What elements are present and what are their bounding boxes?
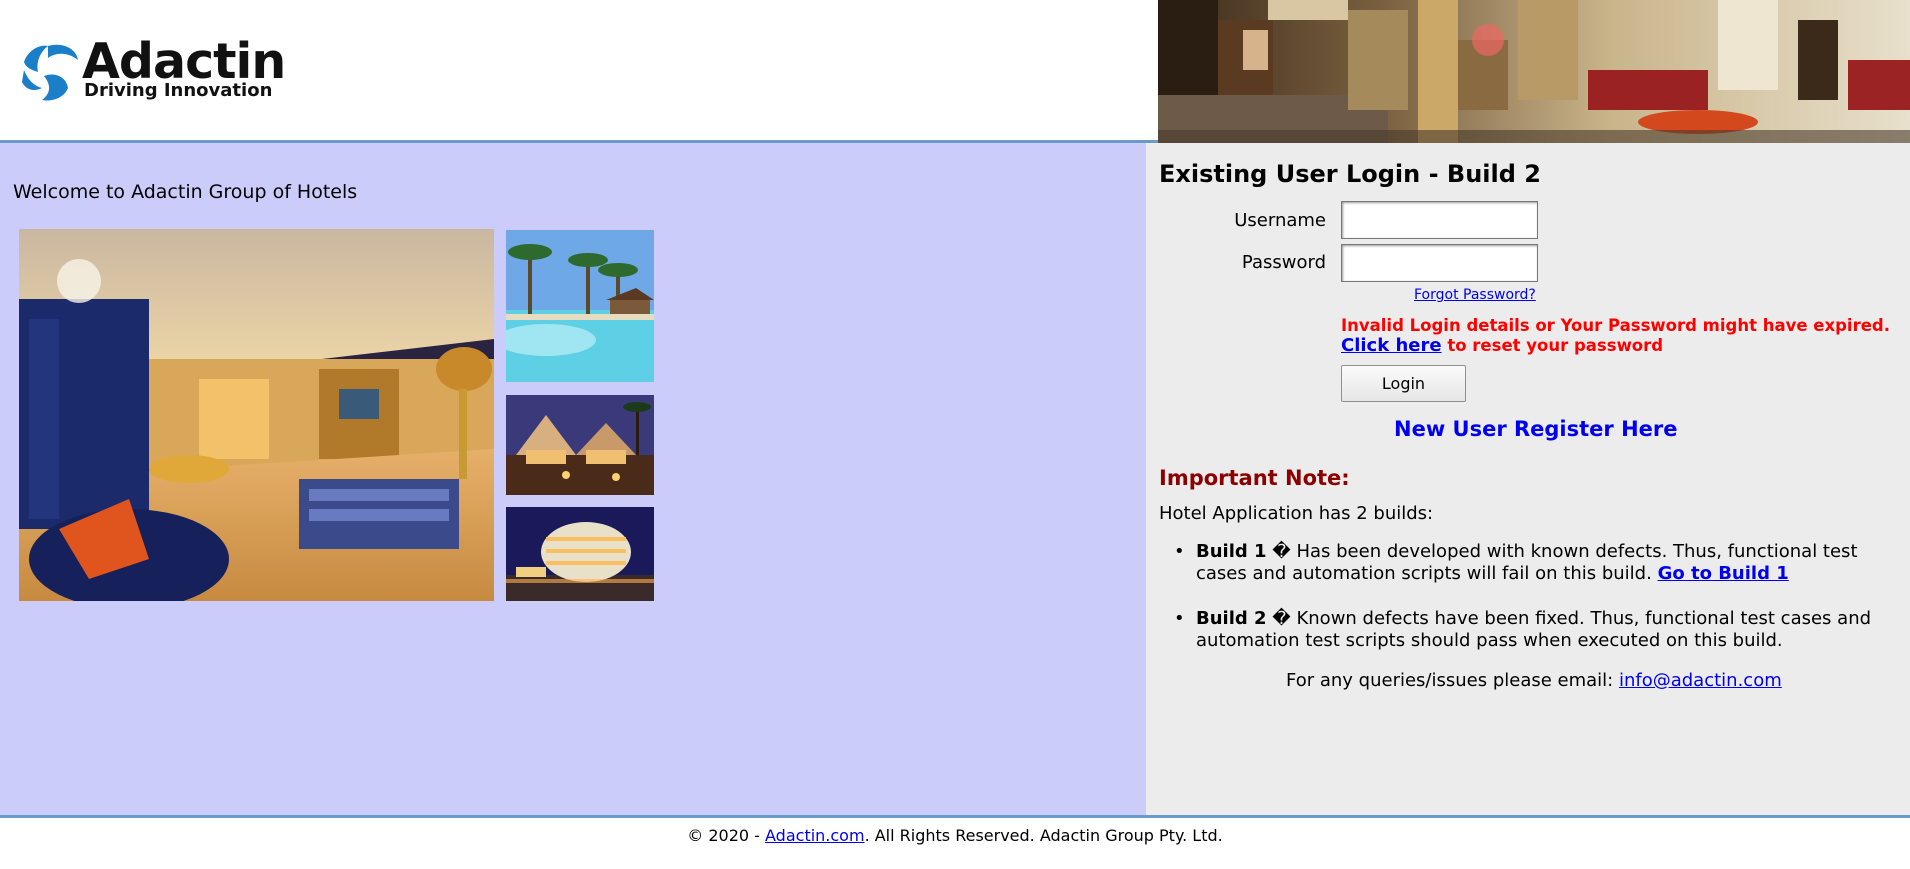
adactin-site-link[interactable]: Adactin.com bbox=[765, 826, 865, 845]
footer: © 2020 - Adactin.com. All Rights Reserve… bbox=[0, 815, 1910, 869]
logo-swirl-icon bbox=[22, 44, 78, 101]
welcome-heading: Welcome to Adactin Group of Hotels bbox=[13, 181, 358, 203]
username-input[interactable] bbox=[1341, 201, 1538, 239]
resort-pool-image bbox=[506, 230, 654, 382]
password-input[interactable] bbox=[1341, 244, 1538, 282]
build-1-label: Build 1 bbox=[1196, 541, 1267, 562]
logo-tagline: Driving Innovation bbox=[84, 80, 273, 101]
login-error-message: Invalid Login details or Your Password m… bbox=[1341, 316, 1890, 335]
login-button[interactable]: Login bbox=[1341, 365, 1466, 402]
copyright-text: © 2020 - Adactin.com. All Rights Reserve… bbox=[687, 826, 1222, 845]
contact-email-link[interactable]: info@adactin.com bbox=[1619, 670, 1782, 691]
reset-click-here-link[interactable]: Click here bbox=[1341, 335, 1442, 356]
evening-tents-image bbox=[506, 395, 654, 495]
password-label: Password bbox=[1241, 252, 1326, 273]
reset-password-text: to reset your password bbox=[1441, 336, 1664, 355]
reset-password-message: Click here to reset your password bbox=[1341, 335, 1663, 356]
contact-line: For any queries/issues please email: inf… bbox=[1286, 670, 1782, 691]
welcome-panel: Welcome to Adactin Group of Hotels bbox=[0, 143, 1146, 816]
hotel-suite-image bbox=[19, 229, 494, 601]
new-user-register-link[interactable]: New User Register Here bbox=[1394, 417, 1678, 441]
copyright-suffix: . All Rights Reserved. Adactin Group Pty… bbox=[864, 826, 1223, 845]
contact-prefix: For any queries/issues please email: bbox=[1286, 670, 1619, 691]
adactin-logo: Adactin Driving Innovation bbox=[18, 34, 288, 106]
hotel-lobby-banner-image bbox=[1158, 0, 1910, 143]
build-2-label: Build 2 bbox=[1196, 608, 1267, 629]
hotel-night-image bbox=[506, 507, 654, 601]
build-1-note: Build 1 � Has been developed with known … bbox=[1174, 541, 1896, 585]
build-2-note: Build 2 � Known defects have been fixed.… bbox=[1174, 608, 1896, 652]
header: Adactin Driving Innovation bbox=[0, 0, 1910, 143]
go-to-build-1-link[interactable]: Go to Build 1 bbox=[1658, 563, 1789, 584]
username-label: Username bbox=[1234, 210, 1326, 231]
login-title: Existing User Login - Build 2 bbox=[1159, 160, 1541, 188]
forgot-password-link[interactable]: Forgot Password? bbox=[1414, 287, 1536, 303]
important-note-intro: Hotel Application has 2 builds: bbox=[1159, 503, 1434, 524]
login-panel: Existing User Login - Build 2 Username P… bbox=[1146, 143, 1910, 816]
copyright-prefix: © 2020 - bbox=[687, 826, 766, 845]
build-2-description: � Known defects have been fixed. Thus, f… bbox=[1196, 608, 1872, 651]
important-note-title: Important Note: bbox=[1159, 466, 1350, 490]
